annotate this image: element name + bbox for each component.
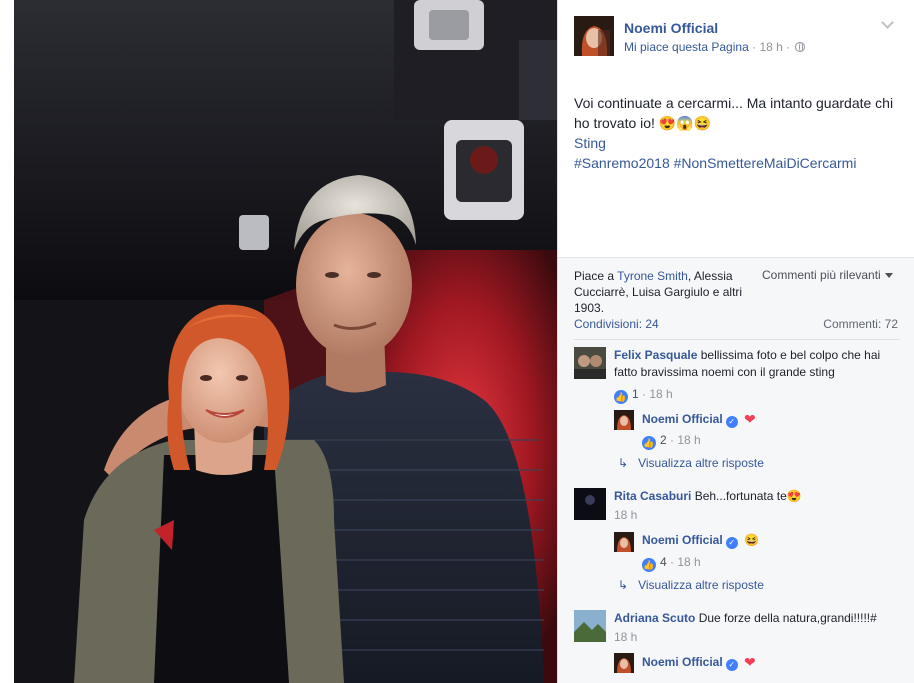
reply-author[interactable]: Noemi Official	[642, 412, 723, 426]
likes-prefix: Piace a	[574, 269, 615, 283]
more-replies-label: Visualizza altre risposte	[638, 456, 764, 470]
avatar[interactable]	[614, 532, 634, 552]
post-emojis: 😍😱😆	[658, 115, 712, 131]
reply-author[interactable]: Noemi Official	[642, 655, 723, 669]
likes-summary: Piace a Tyrone Smith, Alessia Cucciarrè,…	[574, 268, 764, 316]
post-photo[interactable]	[14, 0, 557, 683]
avatar[interactable]	[574, 347, 606, 379]
post-panel: Noemi Official Mi piace questa Pagina · …	[557, 0, 914, 683]
page-avatar[interactable]	[574, 16, 614, 56]
view-more-replies[interactable]: ↳ Visualizza altre risposte	[618, 456, 764, 470]
laugh-emoji: 😆	[744, 533, 759, 547]
likes-name-link[interactable]: Tyrone Smith	[617, 269, 688, 283]
like-page-link[interactable]: Mi piace questa Pagina	[624, 40, 749, 54]
sort-label: Commenti più rilevanti	[762, 268, 881, 282]
comment-emoji: 😍	[786, 489, 802, 503]
heart-emoji: ❤	[744, 411, 756, 427]
comment-time[interactable]: 18 h	[614, 507, 904, 524]
comment-author[interactable]: Felix Pasquale	[614, 348, 697, 362]
shares-count[interactable]: Condivisioni: 24	[574, 317, 659, 331]
avatar[interactable]	[574, 610, 606, 642]
page-name[interactable]: Noemi Official	[624, 20, 718, 36]
share-row: Condivisioni: 24 Commenti: 72	[574, 317, 898, 331]
comment-text: Due forze della natura,grandi!!!!!#	[698, 611, 877, 625]
avatar[interactable]	[614, 653, 634, 673]
verified-badge-icon: ✓	[725, 416, 738, 428]
reply-time[interactable]: 18 h	[677, 433, 700, 447]
comment-time[interactable]: 18 h	[649, 387, 672, 401]
comments-sort-dropdown[interactable]: Commenti più rilevanti	[762, 268, 893, 282]
avatar[interactable]	[614, 410, 634, 430]
post-header: Noemi Official Mi piace questa Pagina · …	[574, 16, 904, 60]
avatar[interactable]	[574, 488, 606, 520]
like-count[interactable]: 4	[660, 555, 667, 569]
post-meta: Mi piace questa Pagina · 18 h ·	[624, 40, 806, 54]
verified-badge-icon: ✓	[725, 537, 738, 549]
verified-badge-icon: ✓	[725, 659, 738, 671]
comment-time[interactable]: 18 h	[614, 629, 904, 646]
reply-arrow-icon: ↳	[618, 456, 629, 470]
reply-author[interactable]: Noemi Official	[642, 533, 723, 547]
post-body-text: Voi continuate a cercarmi... Ma intanto …	[574, 95, 894, 131]
post-text: Voi continuate a cercarmi... Ma intanto …	[574, 93, 900, 173]
globe-icon	[795, 42, 806, 52]
like-thumb-icon: 👍	[642, 436, 656, 450]
like-count[interactable]: 2	[660, 433, 667, 447]
divider-2	[574, 339, 900, 340]
meta-dot2: ·	[786, 40, 794, 54]
comment-text: Beh...fortunata te	[694, 489, 787, 503]
heart-emoji: ❤	[744, 654, 756, 670]
comments-count[interactable]: Commenti: 72	[823, 317, 898, 331]
like-count[interactable]: 1	[632, 387, 639, 401]
tag-link[interactable]: Sting	[574, 133, 900, 153]
caret-down-icon	[884, 273, 893, 278]
reply-arrow-icon: ↳	[618, 578, 629, 592]
reply-time[interactable]: 18 h	[677, 555, 700, 569]
hashtag-links[interactable]: #Sanremo2018 #NonSmettereMaiDiCercarmi	[574, 153, 900, 173]
comment-author[interactable]: Adriana Scuto	[614, 611, 695, 625]
more-replies-label: Visualizza altre risposte	[638, 578, 764, 592]
chevron-down-icon[interactable]	[881, 16, 894, 29]
view-more-replies[interactable]: ↳ Visualizza altre risposte	[618, 578, 764, 592]
post-time[interactable]: 18 h	[759, 40, 782, 54]
comment-author[interactable]: Rita Casaburi	[614, 489, 691, 503]
like-thumb-icon: 👍	[642, 558, 656, 572]
like-thumb-icon: 👍	[614, 390, 628, 404]
photo-image	[14, 0, 557, 683]
